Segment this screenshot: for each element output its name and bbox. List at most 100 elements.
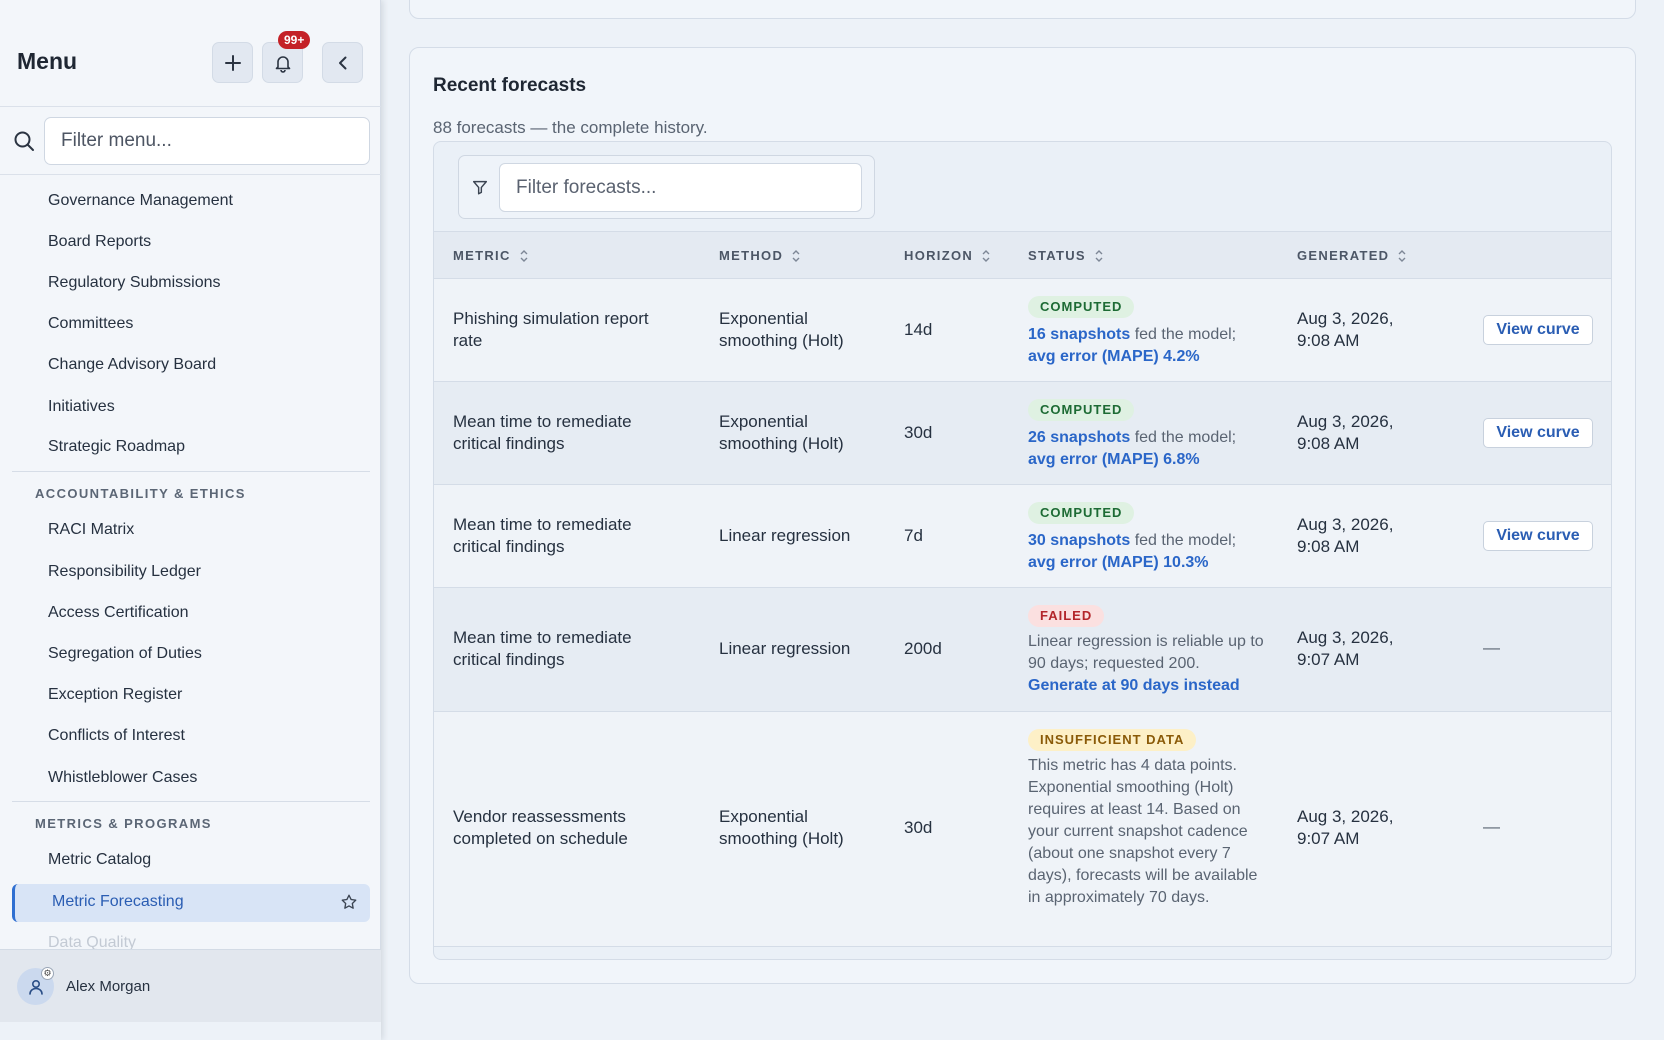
sort-icon — [1095, 249, 1103, 262]
filter-icon — [472, 180, 488, 195]
status-badge: COMPUTED — [1028, 502, 1135, 524]
star-icon[interactable] — [340, 893, 358, 911]
sidebar-item-conflicts-of-interest[interactable]: Conflicts of Interest — [48, 727, 185, 745]
sidebar: Menu 99+ Governance Management Board Rep… — [0, 0, 381, 1040]
forecast-filter-input[interactable] — [499, 163, 862, 212]
sidebar-item-data-quality[interactable]: Data Quality — [48, 934, 136, 949]
status-badge: FAILED — [1028, 605, 1105, 627]
sidebar-item-metric-forecasting[interactable]: Metric Forecasting — [12, 884, 370, 922]
sidebar-item-metric-catalog[interactable]: Metric Catalog — [48, 851, 151, 869]
generated-cell: Aug 3, 2026, 9:08 AM — [1297, 515, 1394, 556]
user-icon — [28, 979, 43, 995]
method-cell: Exponential smoothing (Holt) — [719, 807, 844, 848]
sidebar-item-raci-matrix[interactable]: RACI Matrix — [48, 521, 134, 539]
menu-search — [0, 107, 381, 175]
page-title: Recent forecasts — [433, 75, 587, 96]
table-row: Phishing simulation report rate Exponent… — [434, 279, 1611, 382]
status-detail-text: fed the model; — [1130, 532, 1237, 549]
status-cell: COMPUTED 16 snapshots fed the model; avg … — [1028, 295, 1278, 368]
sidebar-item-governance-management[interactable]: Governance Management — [48, 192, 233, 210]
sidebar-item-committees[interactable]: Committees — [48, 315, 133, 333]
horizon-cell: 200d — [904, 639, 942, 658]
collapse-sidebar-button[interactable] — [322, 42, 363, 83]
column-header-status[interactable]: STATUS — [1028, 248, 1104, 263]
sidebar-item-initiatives[interactable]: Initiatives — [48, 398, 115, 416]
status-detail-text: fed the model; — [1130, 429, 1237, 446]
sidebar-item-board-reports[interactable]: Board Reports — [48, 233, 151, 251]
snapshots-link[interactable]: 26 snapshots — [1028, 429, 1130, 446]
sidebar-title: Menu — [17, 48, 78, 74]
generated-cell: Aug 3, 2026, 9:08 AM — [1297, 309, 1394, 350]
sort-icon — [1398, 249, 1406, 262]
sidebar-item-label: Metric Forecasting — [52, 893, 184, 910]
nav-divider — [12, 471, 370, 472]
sidebar-item-whistleblower-cases[interactable]: Whistleblower Cases — [48, 769, 197, 787]
user-footer[interactable]: ⚙ Alex Morgan — [0, 949, 381, 1022]
notification-badge: 99+ — [278, 31, 311, 49]
bell-icon — [275, 55, 290, 73]
mape-link[interactable]: avg error (MAPE) 4.2% — [1028, 348, 1200, 365]
horizon-cell: 30d — [904, 818, 933, 837]
add-button[interactable] — [212, 42, 253, 83]
view-curve-button[interactable]: View curve — [1483, 315, 1593, 345]
snapshots-link[interactable]: 30 snapshots — [1028, 532, 1130, 549]
search-icon — [14, 131, 34, 151]
generated-cell: Aug 3, 2026, 9:08 AM — [1297, 412, 1394, 453]
sidebar-item-segregation-of-duties[interactable]: Segregation of Duties — [48, 645, 202, 663]
nav-section-metrics: METRICS & PROGRAMS — [35, 816, 212, 831]
column-header-generated[interactable]: GENERATED — [1297, 248, 1407, 263]
column-header-metric[interactable]: METRIC — [453, 248, 529, 263]
column-label: GENERATED — [1297, 248, 1390, 263]
gear-icon: ⚙ — [41, 967, 54, 980]
status-badge: INSUFFICIENT DATA — [1028, 729, 1197, 751]
table-header: METRIC METHOD HORIZON STATUS GENERATED — [434, 231, 1611, 279]
metric-cell: Mean time to remediate critical findings — [453, 628, 632, 669]
generated-cell: Aug 3, 2026, 9:07 AM — [1297, 628, 1394, 669]
metric-cell: Vendor reassessments completed on schedu… — [453, 807, 628, 848]
sidebar-item-exception-register[interactable]: Exception Register — [48, 686, 182, 704]
user-name: Alex Morgan — [66, 978, 151, 995]
column-label: METRIC — [453, 248, 511, 263]
method-cell: Linear regression — [719, 639, 851, 658]
sidebar-item-strategic-roadmap[interactable]: Strategic Roadmap — [48, 438, 185, 456]
mape-link[interactable]: avg error (MAPE) 10.3% — [1028, 554, 1209, 571]
status-detail: 16 snapshots fed the model; avg error (MA… — [1028, 324, 1278, 368]
sidebar-item-responsibility-ledger[interactable]: Responsibility Ledger — [48, 563, 201, 581]
status-detail-text: fed the model; — [1130, 326, 1237, 343]
sidebar-item-access-certification[interactable]: Access Certification — [48, 604, 189, 622]
metric-cell: Phishing simulation report rate — [453, 309, 649, 350]
status-badge: COMPUTED — [1028, 296, 1135, 318]
sidebar-item-regulatory-submissions[interactable]: Regulatory Submissions — [48, 274, 221, 292]
chevron-left-icon — [338, 56, 346, 69]
mape-link[interactable]: avg error (MAPE) 6.8% — [1028, 451, 1200, 468]
sort-icon — [792, 249, 800, 262]
sidebar-bottom-strip — [0, 1022, 381, 1040]
metric-cell: Mean time to remediate critical findings — [453, 412, 632, 453]
column-header-horizon[interactable]: HORIZON — [904, 248, 991, 263]
sidebar-header: Menu 99+ — [0, 0, 381, 107]
generate-90-days-link[interactable]: Generate at 90 days instead — [1028, 675, 1268, 697]
snapshots-link[interactable]: 16 snapshots — [1028, 326, 1130, 343]
horizon-cell: 7d — [904, 526, 923, 545]
column-header-method[interactable]: METHOD — [719, 248, 801, 263]
column-label: METHOD — [719, 248, 784, 263]
sort-icon — [520, 249, 528, 262]
forecast-count-text: 88 forecasts — the complete history. — [433, 118, 708, 137]
status-detail: Linear regression is reliable up to 90 d… — [1028, 633, 1264, 672]
status-badge: COMPUTED — [1028, 399, 1135, 421]
table-row: Mean time to remediate critical findings… — [434, 382, 1611, 485]
table-row: Mean time to remediate critical findings… — [434, 588, 1611, 712]
view-curve-button[interactable]: View curve — [1483, 418, 1593, 448]
status-detail: 26 snapshots fed the model; avg error (MA… — [1028, 427, 1278, 471]
view-curve-button[interactable]: View curve — [1483, 521, 1593, 551]
status-detail: 30 snapshots fed the model; avg error (MA… — [1028, 530, 1278, 574]
nav-divider — [12, 801, 370, 802]
method-cell: Exponential smoothing (Holt) — [719, 412, 844, 453]
status-cell: FAILED Linear regression is reliable up … — [1028, 604, 1268, 697]
sidebar-item-change-advisory-board[interactable]: Change Advisory Board — [48, 356, 216, 374]
table-row: Mean time to remediate critical findings… — [434, 485, 1611, 588]
horizon-cell: 14d — [904, 320, 933, 339]
generated-cell: Aug 3, 2026, 9:07 AM — [1297, 807, 1394, 848]
menu-filter-input[interactable] — [44, 117, 370, 165]
sidebar-nav: Governance Management Board Reports Regu… — [0, 176, 381, 949]
